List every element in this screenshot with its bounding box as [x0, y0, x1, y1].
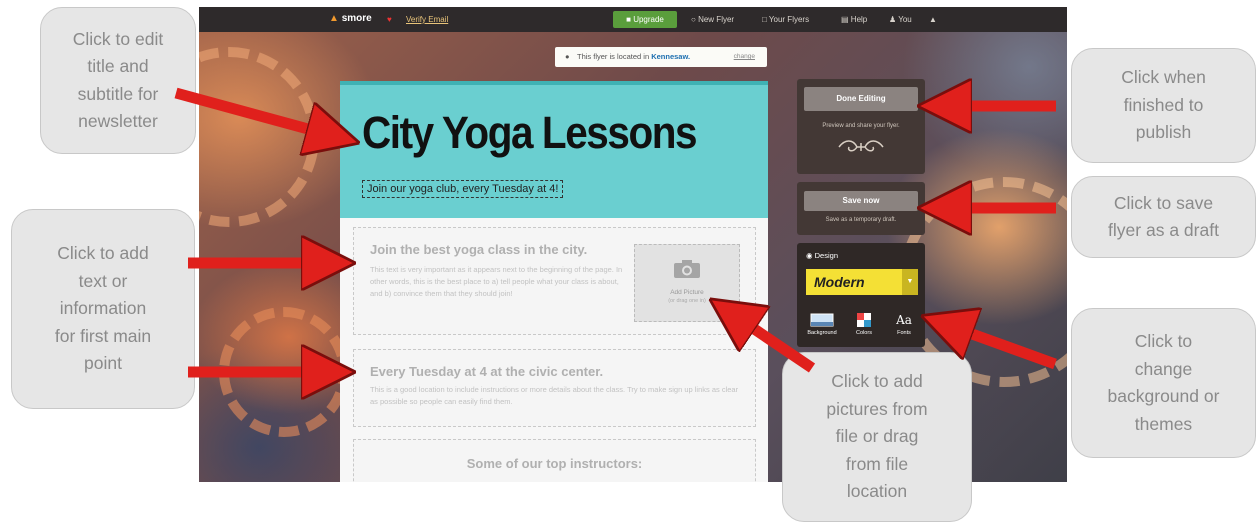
done-editing-panel: Done Editing Preview and share your flye…: [797, 79, 925, 174]
colors-label: Colors: [856, 330, 872, 336]
callout-add-text: Click to add text or information for fir…: [11, 209, 195, 409]
design-panel: ◉ Design Modern ▼ Background Colors Aa F…: [797, 243, 925, 347]
content-block-3[interactable]: Some of our top instructors:: [353, 439, 756, 482]
colors-icon: [857, 313, 871, 327]
callout-publish: Click when finished to publish: [1071, 48, 1256, 163]
callout-line: themes: [1134, 413, 1193, 434]
your-flyers-label: Your Flyers: [768, 15, 810, 24]
background-icon: [810, 313, 834, 327]
help-link[interactable]: ▤ Help: [841, 15, 867, 24]
flame-icon: ▲: [329, 13, 339, 24]
verify-email-link[interactable]: Verify Email: [406, 15, 448, 24]
bell-icon[interactable]: ▲: [929, 15, 937, 24]
callout-line: title and: [87, 56, 149, 76]
your-flyers-link[interactable]: □ Your Flyers: [762, 15, 809, 24]
block-body: This is a good location to include instr…: [370, 385, 739, 406]
design-header: ◉ Design: [806, 251, 838, 260]
save-panel: Save now Save as a temporary draft.: [797, 182, 925, 235]
new-flyer-label: New Flyer: [698, 15, 735, 24]
callout-line: text or: [78, 270, 128, 291]
upgrade-label: Upgrade: [633, 15, 664, 24]
done-editing-hint: Preview and share your flyer.: [822, 123, 900, 129]
help-label: Help: [850, 15, 868, 24]
palette-icon: ◉: [806, 251, 813, 260]
flyer-subtitle[interactable]: Join our yoga club, every Tuesday at 4!: [362, 180, 564, 198]
callout-line: publish: [1135, 122, 1192, 143]
callout-line: location: [846, 481, 908, 502]
done-editing-button[interactable]: Done Editing: [804, 87, 918, 111]
flyer-canvas: City Yoga Lessons Join our yoga club, ev…: [340, 81, 768, 482]
chevron-down-icon[interactable]: ▼: [902, 269, 918, 295]
callout-line: finished to: [1123, 94, 1204, 115]
smore-logo[interactable]: ▲ smore: [329, 13, 372, 24]
callout-save-draft: Click to save flyer as a draft: [1071, 176, 1256, 258]
callout-line: newsletter: [78, 111, 158, 131]
callout-line: change: [1134, 358, 1193, 379]
ornament-icon: [838, 140, 884, 152]
fonts-label: Fonts: [897, 330, 911, 336]
new-flyer-link[interactable]: ○ New Flyer: [691, 15, 734, 24]
flyer-header[interactable]: City Yoga Lessons Join our yoga club, ev…: [340, 81, 768, 218]
fonts-icon: Aa: [896, 313, 912, 327]
location-city: Kennesaw.: [651, 52, 691, 61]
camera-icon: [674, 260, 700, 278]
you-label: You: [898, 15, 912, 24]
content-block-1[interactable]: Join the best yoga class in the city. Th…: [353, 227, 756, 335]
callout-line: subtitle for: [77, 83, 159, 104]
document-icon: □: [762, 15, 767, 24]
background-label: Background: [807, 330, 837, 336]
callout-add-pictures: Click to add pictures from file or drag …: [782, 352, 972, 522]
colors-option[interactable]: Colors: [843, 313, 885, 336]
callout-line: pictures from: [826, 398, 928, 419]
block-heading: Some of our top instructors:: [466, 456, 643, 471]
callout-line: Click to edit: [72, 28, 164, 49]
change-location-link[interactable]: change: [734, 47, 755, 67]
add-picture-dropzone[interactable]: Add Picture (or drag one in): [634, 244, 740, 322]
callout-line: Click when: [1121, 67, 1206, 88]
top-navbar: ▲ smore ♥ Verify Email ■ Upgrade ○ New F…: [199, 7, 1067, 32]
help-icon: ▤: [841, 15, 849, 24]
theme-select[interactable]: Modern: [806, 269, 902, 295]
add-picture-label: Add Picture: [670, 289, 704, 296]
callout-line: for first main: [54, 325, 152, 346]
callout-line: Click to add: [57, 243, 149, 264]
add-picture-hint: (or drag one in): [668, 298, 706, 304]
callout-line: background or: [1107, 386, 1220, 406]
background-gear: [199, 47, 319, 227]
location-prefix: This flyer is located in: [577, 52, 652, 61]
background-option[interactable]: Background: [801, 313, 843, 336]
lock-icon: ■: [626, 15, 631, 24]
upgrade-button[interactable]: ■ Upgrade: [613, 11, 677, 28]
save-hint: Save as a temporary draft.: [825, 217, 897, 223]
you-menu[interactable]: ♟ You: [889, 15, 912, 24]
block-body: This text is very important as it appear…: [370, 265, 623, 298]
callout-edit-title: Click to edit title and subtitle for new…: [40, 7, 196, 154]
map-pin-icon: ●: [565, 52, 570, 61]
content-block-2[interactable]: Every Tuesday at 4 at the civic center. …: [353, 349, 756, 427]
callout-line: Click to save: [1113, 192, 1214, 213]
fonts-option[interactable]: Aa Fonts: [883, 313, 925, 336]
callout-line: point: [84, 353, 122, 374]
block-heading: Every Tuesday at 4 at the civic center.: [370, 364, 604, 379]
background-gear: [219, 307, 349, 437]
callout-line: flyer as a draft: [1108, 220, 1219, 240]
user-icon: ♟: [889, 15, 897, 24]
design-label-text: Design: [814, 251, 838, 260]
callout-line: file or drag: [835, 426, 919, 447]
callout-line: information: [59, 298, 147, 319]
flyer-title[interactable]: City Yoga Lessons: [362, 107, 698, 159]
callout-line: Click to add: [831, 371, 923, 392]
block-heading: Join the best yoga class in the city.: [370, 242, 588, 257]
callout-background-themes: Click to change background or themes: [1071, 308, 1256, 458]
callout-line: Click to: [1134, 331, 1193, 351]
location-notice: ● This flyer is located in Kennesaw. cha…: [555, 47, 767, 67]
heart-icon: ♥: [387, 15, 392, 24]
save-now-button[interactable]: Save now: [804, 191, 918, 211]
plus-icon: ○: [691, 15, 696, 24]
brand-name: smore: [341, 13, 372, 24]
callout-line: from file: [845, 453, 909, 474]
